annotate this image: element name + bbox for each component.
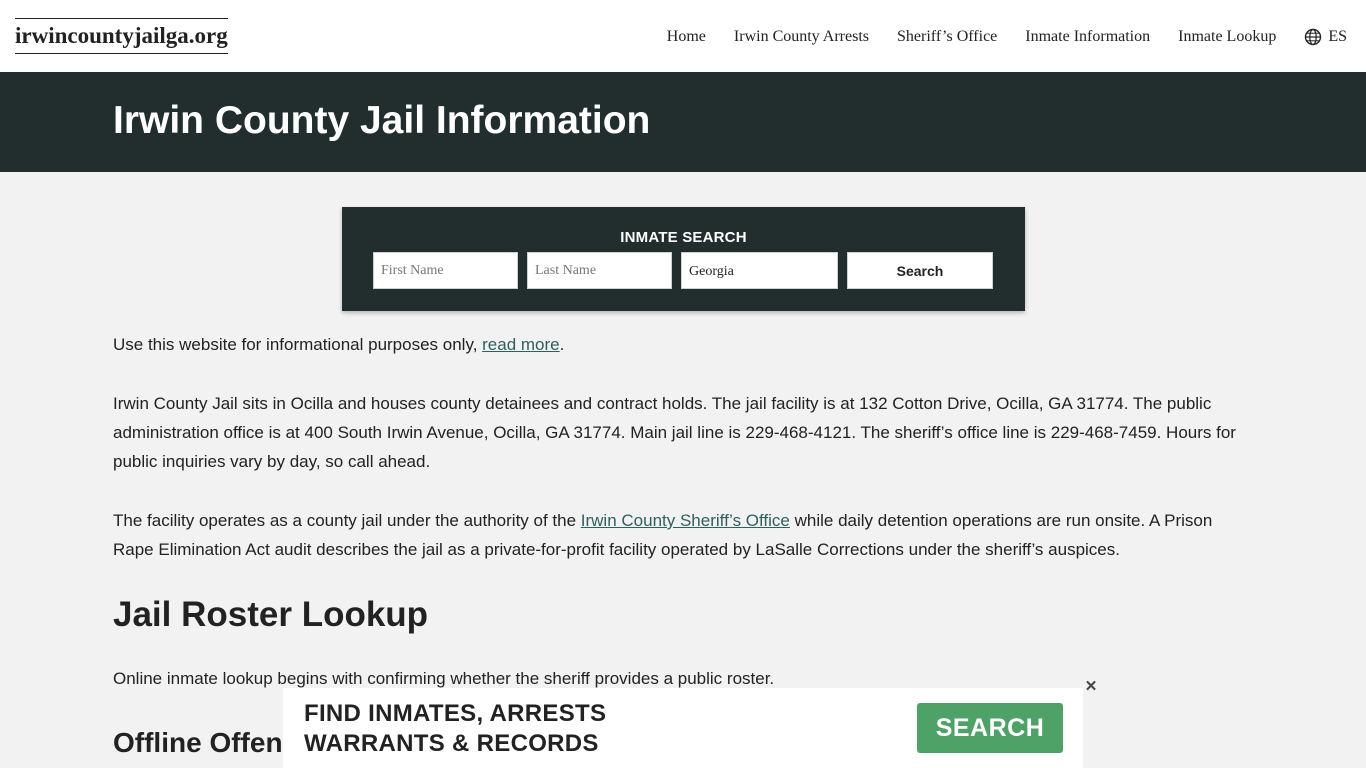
site-logo[interactable]: irwincountyjailga.org [15,18,228,54]
disclaimer-end: . [559,335,565,354]
ad-banner-text: FIND INMATES, ARRESTS WARRANTS & RECORDS [304,699,606,759]
ad-line-1: FIND INMATES, ARRESTS [304,700,607,727]
authority-text-start: The facility operates as a county jail u… [113,511,581,530]
nav-inmate-information[interactable]: Inmate Information [1025,24,1150,50]
intro-paragraph: Irwin County Jail sits in Ocilla and hou… [113,394,1236,471]
first-name-input[interactable] [373,252,518,289]
disclaimer-text: Use this website for informational purpo… [113,335,483,354]
inmate-search-title: INMATE SEARCH [620,229,747,246]
hero-banner: Irwin County Jail Information [0,72,1366,172]
offline-offenders-heading: Offline Offen [113,727,283,758]
nav-sheriffs-office[interactable]: Sheriff’s Office [897,24,997,50]
disclaimer: Use this website for informational purpo… [113,330,564,359]
globe-icon [1305,28,1322,46]
search-button[interactable]: Search [847,252,993,289]
language-label: ES [1328,28,1347,45]
site-header: irwincountyjailga.org Home Irwin County … [0,0,1366,72]
ad-search-button[interactable]: SEARCH [917,703,1063,753]
jail-roster-heading: Jail Roster Lookup [113,595,429,634]
nav-home[interactable]: Home [667,24,706,50]
language-switcher[interactable]: ES [1304,28,1347,46]
nav-inmate-lookup[interactable]: Inmate Lookup [1178,24,1276,50]
sheriffs-office-link[interactable]: Irwin County Sheriff’s Office [581,511,790,530]
ad-banner[interactable]: FIND INMATES, ARRESTS WARRANTS & RECORDS… [283,688,1083,768]
page-title: Irwin County Jail Information [113,99,651,142]
last-name-input[interactable] [527,252,672,289]
authority-paragraph: The facility operates as a county jail u… [113,506,1253,564]
close-icon[interactable]: ✕ [1083,679,1099,695]
inmate-search-box: INMATE SEARCH Georgia Search [342,207,1025,311]
read-more-link[interactable]: read more [482,335,559,354]
main-nav: Home Irwin County Arrests Sheriff’s Offi… [667,24,1347,50]
state-select[interactable]: Georgia [681,252,838,289]
ad-line-2: WARRANTS & RECORDS [304,730,599,757]
nav-irwin-county-arrests[interactable]: Irwin County Arrests [734,24,869,50]
